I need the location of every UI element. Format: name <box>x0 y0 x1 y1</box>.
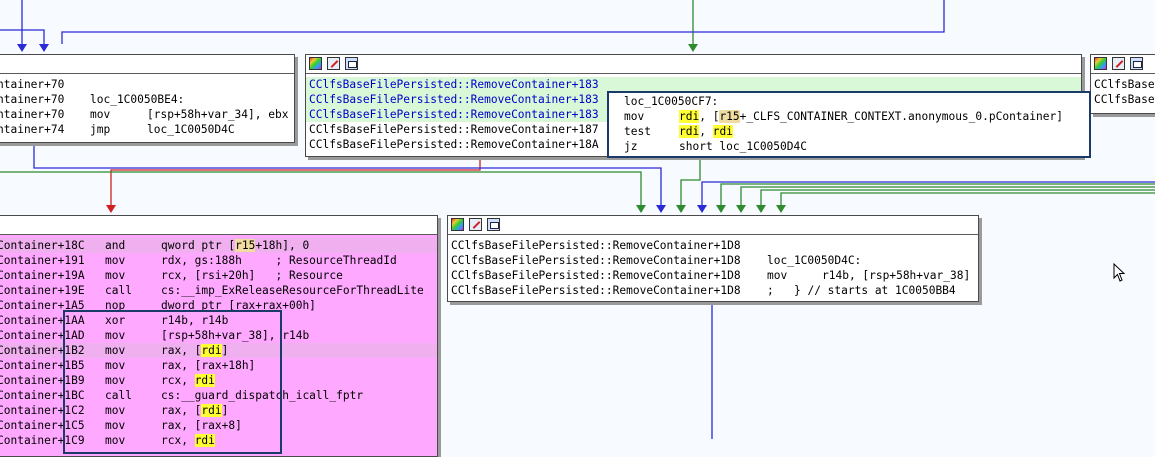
color-palette-icon[interactable] <box>451 218 464 231</box>
code-line: mov rdi, [r15+_CLFS_CONTAINER_CONTEXT.ano… <box>624 110 1063 123</box>
node-line: CClfsBaseFilePersisted::RemoveContainer+… <box>451 284 956 297</box>
node-line: ntainer+74 jmp loc_1C0050D4C <box>0 123 235 136</box>
node-line: CClfsBaseFilePersisted::RemoveContainer+… <box>309 108 599 121</box>
arrow-green <box>756 205 766 213</box>
arrow-green <box>716 205 726 213</box>
node-title-bar[interactable] <box>1091 55 1155 74</box>
node-line: ntainer+70 mov [rsp+58h+var_34], ebx <box>0 108 289 121</box>
node-line: ntainer+70 loc_1C0050BE4: <box>0 93 185 106</box>
node-line: CClfsBaseFilePersisted::RemoveContainer+… <box>309 138 599 151</box>
edge-blue-right <box>61 0 945 44</box>
arrow-blue <box>697 205 707 213</box>
code-label: loc_1C0050CF7: <box>624 95 719 108</box>
node-right[interactable]: CClfsBase CClfsBase <box>1090 54 1155 114</box>
color-palette-icon[interactable] <box>309 57 322 70</box>
graph-view-icon[interactable] <box>487 218 500 231</box>
arrow-green <box>636 205 646 213</box>
arrow-green <box>736 205 746 213</box>
node-line: CClfsBaseFilePersisted::RemoveContainer+… <box>451 269 971 282</box>
node-line: CClfsBaseFilePersisted::RemoveContainer+… <box>309 123 599 136</box>
node-title-bar[interactable] <box>448 216 978 235</box>
arrow-red <box>106 205 116 213</box>
edge-green-5 <box>760 189 1155 205</box>
node-line: Container+19A mov rcx, [rsi+20h] ; Resourc… <box>0 269 343 282</box>
node-line: CClfsBase <box>1094 78 1155 91</box>
node-line: CClfsBaseFilePersisted::RemoveContainer+… <box>451 239 741 252</box>
node-title-bar[interactable] <box>306 55 1081 74</box>
code-line: jz short loc_1C0050D4C <box>624 140 807 153</box>
node-title-bar[interactable] <box>0 216 437 235</box>
selection-box: loc_1C0050CF7: mov rdi, [r15+_CLFS_CONTAI… <box>607 91 1091 158</box>
node-line: CClfsBaseFilePersisted::RemoveContainer+… <box>309 93 599 106</box>
edit-node-icon[interactable] <box>469 218 482 231</box>
node-line: Container+19E call cs:__imp_ExReleaseResou… <box>0 284 424 297</box>
arrow-blue <box>39 44 49 52</box>
node-line: CClfsBaseFilePersisted::RemoveContainer+… <box>451 254 862 267</box>
node-line: Container+18C and qword ptr [r15+18h], 0 <box>0 239 310 252</box>
node-line: Container+191 mov rdx, gs:188h ; ResourceT… <box>0 254 397 267</box>
arrow-blue <box>17 44 27 52</box>
edit-node-icon[interactable] <box>1112 57 1125 70</box>
graph-view-icon[interactable] <box>345 57 358 70</box>
node-line: CClfsBaseFilePersisted::RemoveContainer+… <box>309 78 599 91</box>
node-line: CClfsBase <box>1094 93 1155 106</box>
selection-box <box>63 310 282 454</box>
graph-view-icon[interactable] <box>1130 57 1143 70</box>
arrow-green <box>688 44 698 52</box>
edge-green-6 <box>780 192 1155 205</box>
node-line: ntainer+70 <box>0 78 65 91</box>
edit-node-icon[interactable] <box>327 57 340 70</box>
edge-green-2 <box>680 157 701 205</box>
code-line: test rdi, rdi <box>624 125 733 138</box>
edge-green-1 <box>0 171 642 205</box>
mouse-cursor-icon <box>1113 263 1126 282</box>
node-left[interactable]: ntainer+70 ntainer+70 loc_1C0050BE4: ntai… <box>0 54 295 143</box>
node-mid[interactable]: CClfsBaseFilePersisted::RemoveContainer+… <box>447 215 979 302</box>
color-palette-icon[interactable] <box>1094 57 1107 70</box>
node-title-bar[interactable] <box>0 55 294 74</box>
edge-red <box>110 155 481 205</box>
arrow-green <box>776 205 786 213</box>
arrow-green <box>676 205 686 213</box>
arrow-blue <box>656 205 666 213</box>
